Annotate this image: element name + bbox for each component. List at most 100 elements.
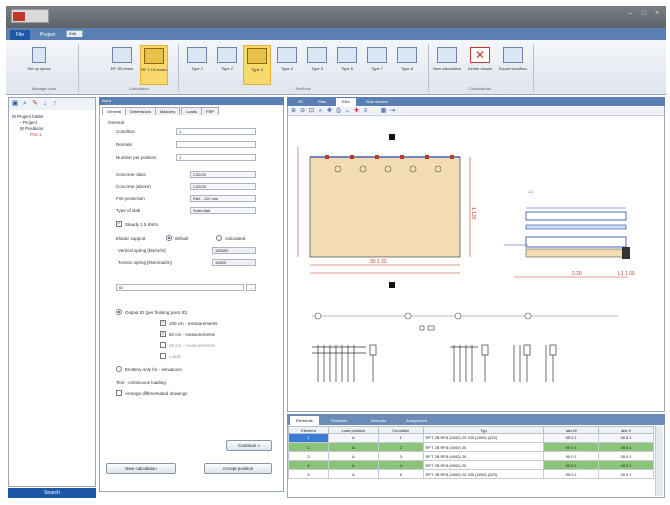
steady-checkbox[interactable]: ✓ <box>116 221 122 227</box>
measure-icon[interactable]: ↔ <box>344 108 351 115</box>
accept-position-button[interactable]: Accept position <box>204 463 272 474</box>
fire-protection-select[interactable]: R60 - 120 min <box>190 195 256 202</box>
up-icon[interactable]: ↑ <box>51 100 59 108</box>
type-dropdown-cell[interactable]: RFT 2B RF8 (4000) 20 <box>422 460 545 470</box>
column-header[interactable]: Element <box>288 426 329 434</box>
drawing-tab-plan[interactable]: Plan <box>312 98 332 106</box>
pan-icon[interactable]: ✥ <box>326 108 333 115</box>
maximize-icon[interactable]: □ <box>639 10 649 18</box>
support-default-radio[interactable] <box>166 235 172 241</box>
zoom-out-icon[interactable]: ⊖ <box>299 108 306 115</box>
concrete-above-select[interactable]: C20/25 <box>190 183 256 190</box>
tab-dimensions[interactable]: Dimensions <box>125 107 156 115</box>
zoom-window-icon[interactable]: ⊡ <box>308 108 315 115</box>
close-icon[interactable]: × <box>652 10 662 18</box>
concrete-class-select[interactable]: C20/25 <box>190 171 256 178</box>
tab-general[interactable]: General <box>102 107 127 115</box>
new-icon[interactable]: ▣ <box>11 100 19 108</box>
tab-edit[interactable]: Edit <box>66 30 83 37</box>
results-scrollbar[interactable] <box>655 426 663 496</box>
table-row[interactable]: 3 A 3 RFT 2B RF8 (4000) 20 99.0 1 39.0 1 <box>288 451 654 461</box>
support-calc-radio[interactable] <box>216 235 222 241</box>
tab-file[interactable]: File <box>10 30 31 40</box>
new-calculation-button[interactable]: New calculation <box>106 463 176 474</box>
number-input[interactable]: 1 <box>176 154 256 161</box>
type-3-button[interactable]: Type 3 <box>243 45 271 85</box>
mark-icon[interactable]: ✚ <box>353 108 360 115</box>
tree-search-bar[interactable]: Search <box>8 488 96 498</box>
output-25-checkbox[interactable] <box>160 342 166 348</box>
type-1-button[interactable]: Type 1 <box>183 45 211 85</box>
down-icon[interactable]: ↓ <box>41 100 49 108</box>
type-dropdown-cell[interactable]: RFT 2B RF8 (4000) 20 330 (4000) (320) <box>422 469 545 479</box>
tree-node-project[interactable]: ▫ Project <box>20 120 37 125</box>
type-dropdown-cell[interactable]: RFT 2B RF8 (4000) 20 <box>422 451 545 461</box>
vertical-spring-input[interactable]: 100000 <box>212 247 256 254</box>
column-header[interactable]: Load position <box>327 426 379 434</box>
results-tab-intervals[interactable]: Intervals <box>365 416 392 425</box>
tree-node-pos1[interactable]: Pos 1 <box>30 132 42 137</box>
tab-project[interactable]: Project <box>34 30 62 40</box>
output-radio[interactable] <box>116 309 122 315</box>
condition-input[interactable]: 1 <box>176 128 256 135</box>
search-icon[interactable]: ⌕ <box>21 100 29 108</box>
table-row[interactable]: 1 A 1 RFT 2B RF8 (4000) 20 330 (4000) (320)… <box>288 433 654 443</box>
type-7-button[interactable]: Type 7 <box>363 45 391 85</box>
arrange-checkbox[interactable] <box>116 390 122 396</box>
tab-frp[interactable]: FRP <box>201 107 219 115</box>
load-id-input[interactable]: ID <box>116 284 244 291</box>
print-icon[interactable]: ⎙ <box>335 108 342 115</box>
drawing-tab-elev[interactable]: Elev <box>336 98 356 106</box>
rf2lb-beam-button[interactable]: RF 2 LB beam <box>140 45 168 85</box>
type-dropdown-cell[interactable]: RFT 2B RF8 (4000) 20 330 (4000) (320) <box>422 433 545 443</box>
view-icon[interactable]: ▦ <box>380 108 387 115</box>
type-dropdown-cell[interactable]: RFT 2B RF8 (4000) 20 <box>422 442 545 452</box>
export-workflow-button[interactable]: Export workflow <box>498 45 528 85</box>
type-4-button[interactable]: Type 4 <box>273 45 301 85</box>
layer-icon[interactable]: ≡ <box>362 108 369 115</box>
browse-button[interactable]: … <box>246 284 256 291</box>
type-6-button[interactable]: Type 6 <box>333 45 361 85</box>
column-header[interactable]: Condition <box>377 426 424 434</box>
minimize-icon[interactable]: – <box>625 10 635 18</box>
type-5-button[interactable]: Type 5 <box>303 45 331 85</box>
table-cell: 99.0 1 <box>543 433 600 443</box>
table-row[interactable]: 4 A 4 RFT 2B RF8 (4000) 20 99.0 1 40.5 1 <box>288 460 654 470</box>
app-logo[interactable] <box>11 9 49 23</box>
table-row[interactable]: 2 A 2 RFT 2B RF8 (4000) 20 99.0 1 39.0 1 <box>288 442 654 452</box>
new-calculation-ribbon-button[interactable]: New calculation <box>432 45 462 85</box>
delete-results-button[interactable]: ✕ Delete results <box>465 45 495 85</box>
zoom-in-icon[interactable]: ⊕ <box>290 108 297 115</box>
tab-loads[interactable]: Loads <box>181 107 202 115</box>
only-radio[interactable] <box>116 366 122 372</box>
output-50-checkbox[interactable]: ✓ <box>160 331 166 337</box>
drawing-tab-side-section[interactable]: Side section <box>360 98 394 106</box>
type-2-button[interactable]: Type 2 <box>213 45 241 85</box>
column-header[interactable]: abs V <box>598 426 654 434</box>
torsion-spring-input[interactable]: 10000 <box>212 259 256 266</box>
group-separator <box>428 44 429 92</box>
zoom-all-icon[interactable]: ⌕ <box>317 108 324 115</box>
output-loads-checkbox[interactable] <box>160 353 166 359</box>
continue-button[interactable]: Continue » <box>226 440 272 451</box>
column-header[interactable]: abs M <box>543 426 600 434</box>
results-tab-elements[interactable]: Elements <box>290 416 319 425</box>
rf2b-beam-button[interactable]: RF 2B beam <box>108 45 136 85</box>
output-100-checkbox[interactable]: ✓ <box>160 320 166 326</box>
tab-masonry[interactable]: Masonry <box>155 107 181 115</box>
slab-type-select[interactable]: Solid slab <box>190 207 256 214</box>
torsion-spring-label: Torsion spring [kNm/rad/m] <box>118 260 172 265</box>
pin-icon[interactable]: ✎ <box>31 100 39 108</box>
results-tab-positions[interactable]: Positions <box>325 416 353 425</box>
export-view-icon[interactable]: ⇥ <box>389 108 396 115</box>
drawing-canvas[interactable]: 1.120 30 1 22 1.1 2.20 L1 1.00 <box>288 117 664 411</box>
remark-input[interactable] <box>176 141 256 148</box>
results-table: Element Load position Condition Typ abs … <box>288 426 654 479</box>
set-up-specs-button[interactable]: Set up specs <box>14 45 64 85</box>
column-header[interactable]: Typ <box>422 426 545 434</box>
results-tab-assignment[interactable]: Assignment <box>400 416 433 425</box>
table-cell: 39.0 1 <box>598 451 654 461</box>
drawing-tab-3d[interactable]: 3D <box>292 98 309 106</box>
type-8-button[interactable]: Type 8 <box>393 45 421 85</box>
table-row[interactable]: 5 A 5 RFT 2B RF8 (4000) 20 330 (4000) (320)… <box>288 469 654 479</box>
